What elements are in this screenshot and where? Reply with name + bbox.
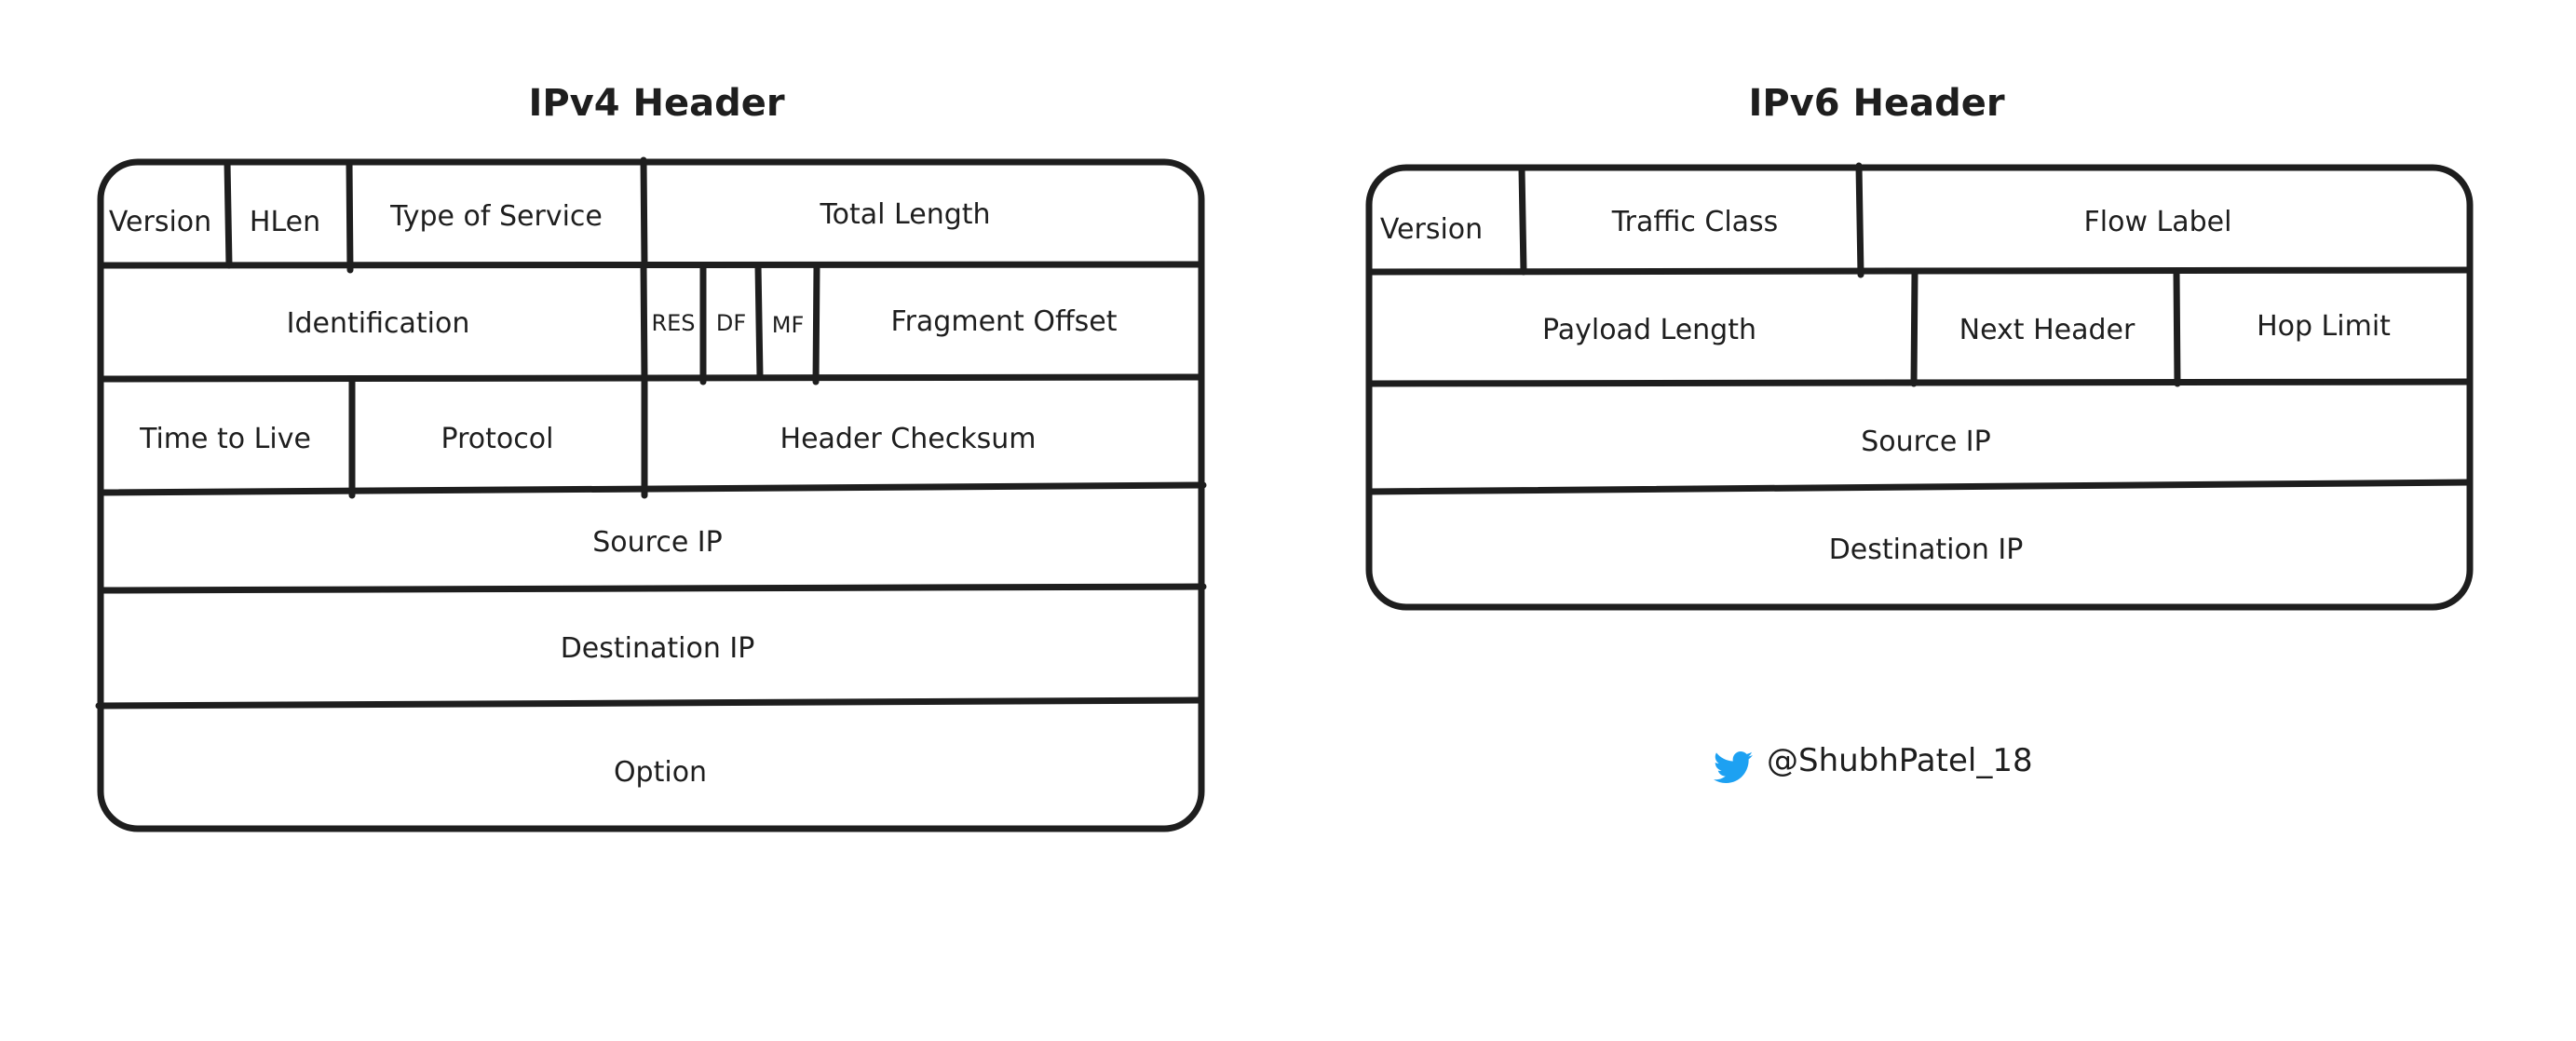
- ipv6-row-divider: [1365, 266, 2474, 276]
- twitter-handle: @ShubhPatel_18: [1767, 742, 2033, 779]
- ipv4-row-divider: [95, 696, 1205, 710]
- ipv4-field-option: Option: [614, 756, 707, 789]
- ipv6-field-payload-length: Payload Length: [1542, 314, 1756, 346]
- ipv4-col-divider: [346, 158, 354, 274]
- ipv4-field-version: Version: [109, 206, 211, 238]
- ipv4-field-df: DF: [716, 310, 746, 336]
- ipv4-title: IPv4 Header: [528, 82, 784, 125]
- ipv4-col-divider: [224, 158, 233, 269]
- ipv4-col-divider: [812, 262, 820, 385]
- ipv6-field-source-ip: Source IP: [1861, 426, 1991, 458]
- ipv6-field-next-header: Next Header: [1959, 314, 2135, 346]
- diagram-canvas: IPv4 Header Version HLen Type of Service…: [95, 82, 2474, 832]
- ipv4-field-time-to-live: Time to Live: [139, 423, 311, 455]
- ipv4-field-protocol: Protocol: [441, 423, 554, 455]
- author-credit: @ShubhPatel_18: [1714, 742, 2033, 783]
- ipv6-row-divider: [1365, 378, 2474, 387]
- ipv4-row-divider: [97, 481, 1207, 496]
- twitter-bird-icon: [1714, 751, 1753, 783]
- ipv4-field-type-of-service: Type of Service: [389, 200, 603, 233]
- ipv4-field-identification: Identification: [287, 307, 470, 340]
- ipv6-field-destination-ip: Destination IP: [1829, 534, 2024, 566]
- ipv4-field-res: RES: [651, 310, 695, 336]
- ipv6-col-divider: [2173, 268, 2181, 387]
- ipv4-field-header-checksum: Header Checksum: [780, 423, 1037, 455]
- ipv6-field-traffic-class: Traffic Class: [1611, 206, 1779, 238]
- ipv4-field-fragment-offset: Fragment Offset: [891, 305, 1118, 338]
- ipv4-header-diagram: IPv4 Header Version HLen Type of Service…: [95, 82, 1207, 832]
- ipv4-field-source-ip: Source IP: [592, 526, 723, 559]
- ipv6-field-version: Version: [1380, 213, 1483, 246]
- ipv4-field-hlen: HLen: [250, 206, 320, 238]
- ipv6-title: IPv6 Header: [1748, 82, 2004, 125]
- ipv4-row-divider: [97, 373, 1205, 383]
- ipv4-row-divider: [97, 261, 1205, 269]
- ipv4-col-divider: [754, 262, 764, 381]
- ipv6-col-divider: [1910, 268, 1918, 387]
- ipv4-row-divider: [99, 583, 1207, 594]
- ipv6-field-flow-label: Flow Label: [2084, 206, 2232, 238]
- ipv4-field-total-length: Total Length: [819, 198, 990, 231]
- ipv6-row-divider: [1365, 479, 2474, 495]
- ipv6-col-divider: [1518, 166, 1527, 276]
- ipv4-field-destination-ip: Destination IP: [561, 632, 755, 665]
- ipv6-col-divider: [1855, 162, 1864, 278]
- ipv4-field-mf: MF: [772, 312, 805, 338]
- ipv6-field-hop-limit: Hop Limit: [2257, 310, 2391, 343]
- ipv6-header-diagram: IPv6 Header Version Traffic Class Flow L…: [1365, 82, 2474, 611]
